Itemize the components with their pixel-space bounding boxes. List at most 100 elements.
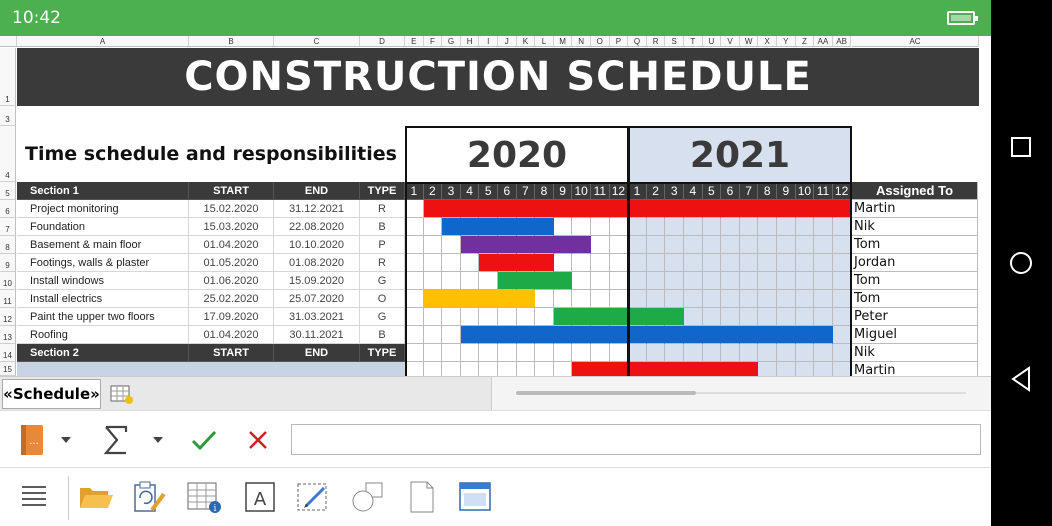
- gantt-bar-cell[interactable]: [739, 362, 759, 376]
- gantt-cell[interactable]: [832, 272, 852, 290]
- gantt-cell[interactable]: [591, 236, 610, 254]
- month-header[interactable]: 3: [665, 182, 684, 200]
- gantt-cell[interactable]: [832, 218, 852, 236]
- recent-apps-icon[interactable]: [999, 125, 1043, 169]
- task-row[interactable]: Basement & main floor 01.04.2020 10.10.202…: [17, 236, 979, 254]
- month-header[interactable]: 6: [498, 182, 517, 200]
- gantt-cell[interactable]: [423, 254, 443, 272]
- spreadsheet-grid[interactable]: A B C D E F G H I J K L M N O P Q R S T U V W X Y Z AA AB AC 1345678…: [0, 36, 991, 376]
- task-name[interactable]: Footings, walls & plaster: [17, 254, 189, 272]
- task-type[interactable]: R: [360, 254, 405, 272]
- gantt-cell[interactable]: [535, 344, 554, 362]
- gantt-cell[interactable]: [795, 254, 815, 272]
- gantt-cell[interactable]: [721, 272, 740, 290]
- cell-reference-dropdown-icon[interactable]: [56, 423, 76, 457]
- gantt-bar-cell[interactable]: [498, 236, 517, 254]
- gantt-cell[interactable]: [721, 290, 740, 308]
- gantt-cell[interactable]: [572, 272, 591, 290]
- gantt-cell[interactable]: [684, 218, 703, 236]
- gantt-cell[interactable]: [442, 236, 461, 254]
- assigned-to-cell[interactable]: Jordan: [852, 254, 978, 272]
- month-header[interactable]: 12: [609, 182, 629, 200]
- gantt-cell[interactable]: [702, 218, 722, 236]
- gantt-cell[interactable]: [646, 290, 666, 308]
- column-header[interactable]: AB: [832, 36, 852, 47]
- gantt-cell[interactable]: [702, 344, 722, 362]
- column-header[interactable]: AA: [814, 36, 833, 47]
- gantt-bar-cell[interactable]: [628, 362, 647, 376]
- gantt-cell[interactable]: [479, 272, 498, 290]
- gantt-bar-cell[interactable]: [535, 218, 554, 236]
- month-header[interactable]: 10: [572, 182, 591, 200]
- gantt-bar-cell[interactable]: [460, 236, 480, 254]
- task-type[interactable]: G: [360, 308, 405, 326]
- gantt-bar-cell[interactable]: [646, 200, 666, 218]
- gantt-cell[interactable]: [777, 362, 796, 376]
- gantt-cell[interactable]: [517, 362, 536, 376]
- month-header[interactable]: 7: [516, 182, 536, 200]
- row-header[interactable]: 12: [0, 308, 16, 326]
- gantt-cell[interactable]: [572, 344, 591, 362]
- gantt-cell[interactable]: [795, 290, 815, 308]
- section-name[interactable]: Section 1: [17, 182, 189, 200]
- gantt-bar-cell[interactable]: [442, 290, 461, 308]
- assigned-to-cell[interactable]: Tom: [852, 272, 978, 290]
- gantt-bar-cell[interactable]: [721, 362, 740, 376]
- assigned-to-cell[interactable]: Miguel: [852, 326, 978, 344]
- sum-icon[interactable]: [98, 423, 134, 457]
- column-header[interactable]: A: [17, 36, 189, 47]
- task-name[interactable]: Project monitoring: [17, 200, 189, 218]
- column-header[interactable]: D: [360, 36, 405, 47]
- type-header[interactable]: TYPE: [360, 344, 405, 362]
- gantt-cell[interactable]: [591, 272, 610, 290]
- gantt-bar-cell[interactable]: [535, 254, 554, 272]
- task-row[interactable]: Foundation 15.03.2020 22.08.2020 B Nik: [17, 218, 979, 236]
- gantt-bar-cell[interactable]: [795, 200, 815, 218]
- gantt-cell[interactable]: [498, 362, 517, 376]
- gantt-bar-cell[interactable]: [498, 272, 517, 290]
- section-header-row[interactable]: Section 2 START END TYPE Nik: [17, 344, 979, 362]
- gantt-cell[interactable]: [461, 362, 480, 376]
- gantt-cell[interactable]: [739, 236, 759, 254]
- month-header[interactable]: 10: [795, 182, 815, 200]
- gantt-bar-cell[interactable]: [442, 200, 461, 218]
- gantt-bar-cell[interactable]: [423, 290, 443, 308]
- gantt-bar-cell[interactable]: [516, 218, 536, 236]
- gantt-cell[interactable]: [721, 254, 740, 272]
- gantt-cell[interactable]: [479, 362, 498, 376]
- gantt-cell[interactable]: [628, 272, 647, 290]
- gantt-bar-cell[interactable]: [442, 218, 461, 236]
- column-header[interactable]: V: [721, 36, 740, 47]
- gantt-cell[interactable]: [498, 308, 517, 326]
- gantt-bar-cell[interactable]: [702, 362, 722, 376]
- gantt-bar-cell[interactable]: [460, 200, 480, 218]
- cancel-icon[interactable]: [240, 423, 276, 457]
- gantt-cell[interactable]: [739, 344, 759, 362]
- month-header[interactable]: 7: [739, 182, 759, 200]
- row-header[interactable]: 9: [0, 254, 16, 272]
- gantt-bar-cell[interactable]: [628, 200, 647, 218]
- task-end[interactable]: 30.11.2021: [274, 326, 360, 344]
- gantt-bar-cell[interactable]: [535, 272, 554, 290]
- gantt-cell[interactable]: [795, 272, 815, 290]
- gantt-bar-cell[interactable]: [814, 326, 833, 344]
- gantt-cell[interactable]: [442, 254, 461, 272]
- gantt-cell[interactable]: [553, 290, 573, 308]
- gantt-cell[interactable]: [628, 290, 647, 308]
- draw-shape-icon[interactable]: [296, 479, 332, 515]
- gantt-cell[interactable]: [702, 254, 722, 272]
- gantt-cell[interactable]: [832, 236, 852, 254]
- gantt-cell[interactable]: [516, 308, 536, 326]
- gantt-bar-cell[interactable]: [739, 326, 759, 344]
- section-name[interactable]: Section 2: [17, 344, 189, 362]
- gantt-cell[interactable]: [814, 236, 833, 254]
- month-header[interactable]: 1: [628, 182, 647, 200]
- gantt-bar-cell[interactable]: [535, 200, 554, 218]
- gantt-cell[interactable]: [535, 308, 554, 326]
- gantt-cell[interactable]: [646, 272, 666, 290]
- task-start[interactable]: 01.06.2020: [189, 272, 274, 290]
- gantt-bar-cell[interactable]: [572, 308, 591, 326]
- gantt-cell[interactable]: [665, 344, 684, 362]
- gantt-cell[interactable]: [832, 326, 852, 344]
- gantt-cell[interactable]: [628, 218, 647, 236]
